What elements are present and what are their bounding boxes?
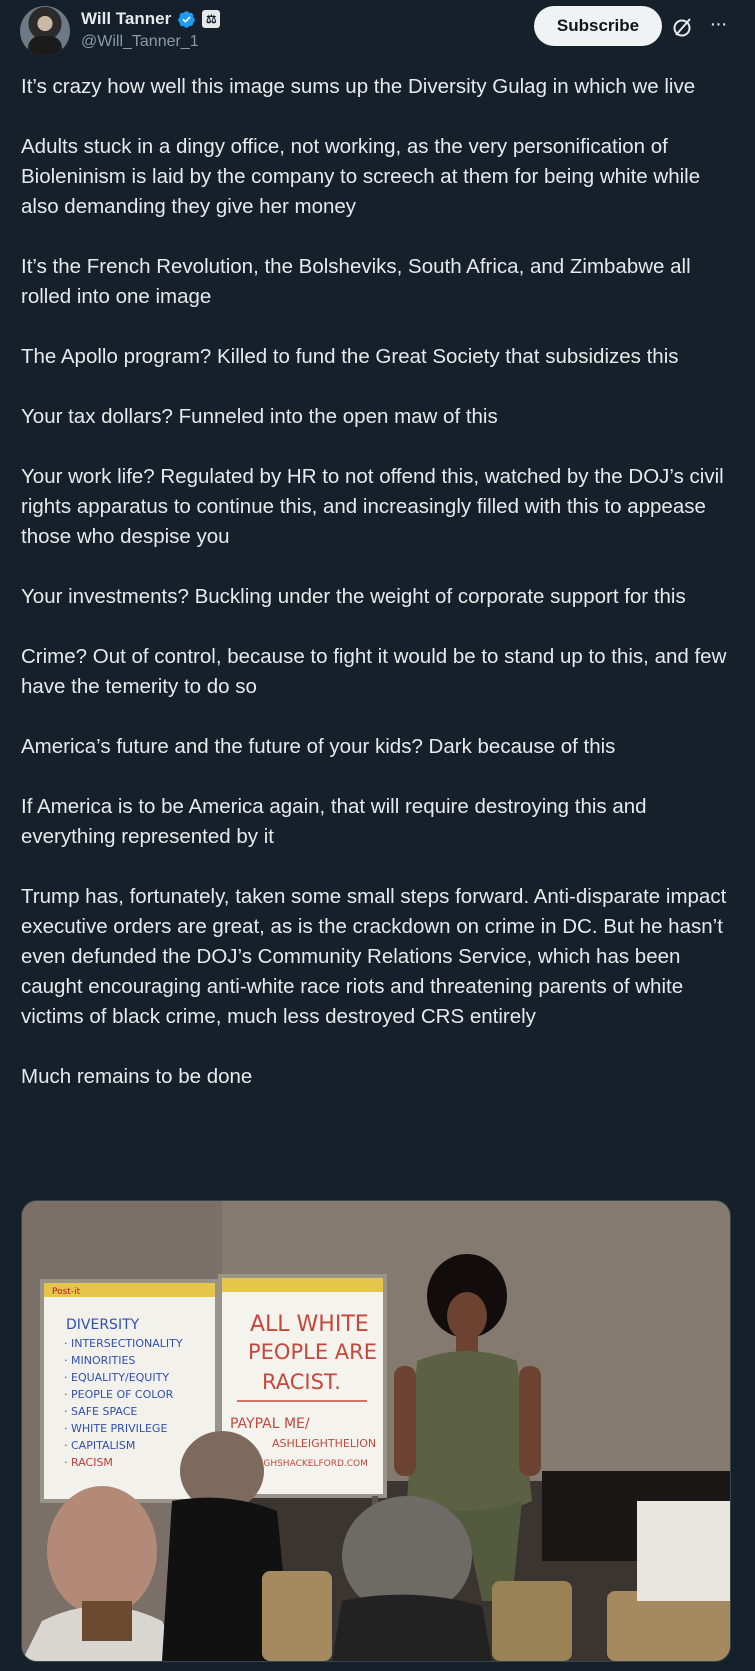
right-board-line: ASHLEIGHTHELION bbox=[272, 1437, 376, 1450]
tweet-paragraph: If America is to be America again, that … bbox=[21, 795, 647, 848]
left-board-item: · WHITE PRIVILEGE bbox=[64, 1422, 167, 1435]
tweet-paragraph: It’s the French Revolution, the Bolshevi… bbox=[21, 255, 691, 308]
verified-badge-icon bbox=[178, 10, 196, 28]
tweet-paragraph: Adults stuck in a dingy office, not work… bbox=[21, 135, 701, 218]
tweet-image[interactable]: Post-it DIVERSITY · INTERSECTIONALITY · … bbox=[21, 1200, 731, 1662]
right-board-line: LEIGHSHACKELFORD.COM bbox=[250, 1459, 368, 1469]
left-board-item: · CAPITALISM bbox=[64, 1439, 135, 1452]
tweet-paragraph: The Apollo program? Killed to fund the G… bbox=[21, 345, 679, 368]
left-board-item: · EQUALITY/EQUITY bbox=[64, 1371, 169, 1384]
tweet-text: It’s crazy how well this image sums up t… bbox=[21, 72, 736, 1122]
author-name[interactable]: Will Tanner bbox=[81, 9, 171, 29]
right-board-line: PEOPLE ARE bbox=[248, 1340, 377, 1364]
tweet-paragraph: Your tax dollars? Funneled into the open… bbox=[21, 405, 498, 428]
left-board-item: DIVERSITY bbox=[66, 1317, 140, 1333]
more-icon[interactable]: ··· bbox=[704, 14, 732, 38]
tweet-paragraph: Crime? Out of control, because to fight … bbox=[21, 645, 727, 698]
grok-icon[interactable] bbox=[671, 15, 695, 39]
tweet-paragraph: Your work life? Regulated by HR to not o… bbox=[21, 465, 724, 548]
tweet-paragraph: Your investments? Buckling under the wei… bbox=[21, 585, 686, 608]
board-header: Post-it bbox=[52, 1287, 81, 1297]
author-name-row: Will Tanner ⚖ bbox=[81, 8, 221, 30]
avatar[interactable] bbox=[20, 6, 70, 56]
left-board-item: · SAFE SPACE bbox=[64, 1405, 137, 1418]
tweet-header: Will Tanner ⚖ @Will_Tanner_1 Subscribe ·… bbox=[0, 0, 755, 64]
photo-scene: Post-it DIVERSITY · INTERSECTIONALITY · … bbox=[22, 1201, 730, 1661]
tweet-paragraph: America’s future and the future of your … bbox=[21, 735, 616, 758]
left-board-item: · INTERSECTIONALITY bbox=[64, 1337, 183, 1350]
tweet-paragraph: Trump has, fortunately, taken some small… bbox=[21, 885, 727, 1028]
subscribe-button[interactable]: Subscribe bbox=[534, 6, 662, 46]
tweet-paragraph: It’s crazy how well this image sums up t… bbox=[21, 75, 696, 98]
left-board-item: · PEOPLE OF COLOR bbox=[64, 1388, 174, 1401]
right-board-line: ALL WHITE bbox=[250, 1312, 369, 1337]
affiliation-badge-icon[interactable]: ⚖ bbox=[202, 10, 221, 28]
left-board-item: · RACISM bbox=[64, 1456, 113, 1469]
author-handle[interactable]: @Will_Tanner_1 bbox=[81, 33, 199, 51]
right-board-line: PAYPAL ME/ bbox=[230, 1416, 310, 1432]
left-board-item: · MINORITIES bbox=[64, 1354, 135, 1367]
right-board-line: RACIST. bbox=[262, 1370, 341, 1394]
tweet-paragraph: Much remains to be done bbox=[21, 1065, 253, 1088]
